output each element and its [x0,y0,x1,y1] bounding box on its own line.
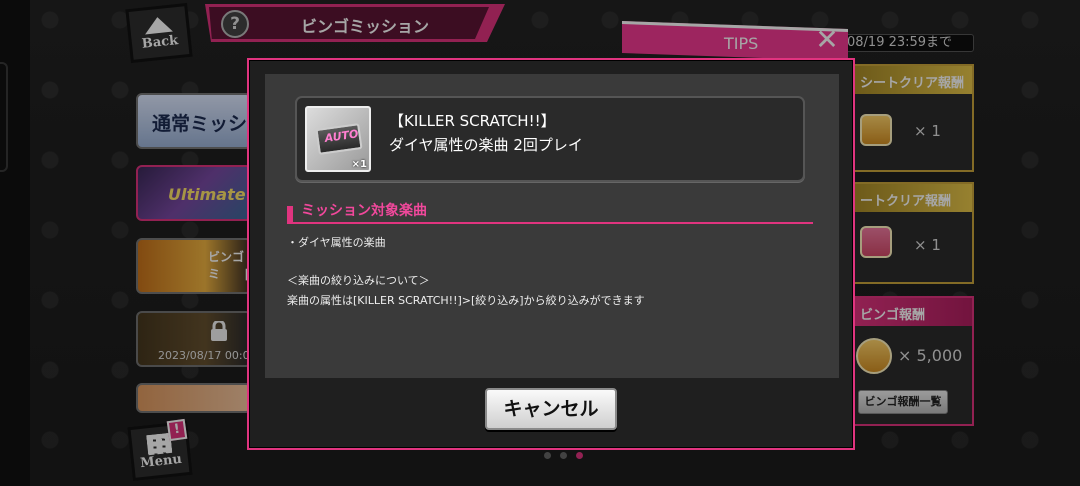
section-bar [287,206,293,222]
filter-description: 楽曲の属性は[KILLER SCRATCH!!]>[絞り込み]から絞り込みができ… [287,294,645,307]
filter-heading: ＜楽曲の絞り込みについて＞ [287,274,430,287]
item-quantity: ×1 [351,159,367,170]
reward-count: × 5,000 [898,346,963,365]
close-icon[interactable]: ✕ [812,26,842,55]
page-dot [544,452,551,459]
mission-description: ダイヤ属性の楽曲 2回プレイ [389,136,583,154]
locked-mission-button[interactable]: 2023/08/17 00:0 [136,311,252,367]
cancel-button[interactable]: キャンセル [485,388,617,430]
page-dot [560,452,567,459]
section-header: ミッション対象楽曲 [287,198,813,224]
notification-badge: ! [166,418,188,442]
campaign-mission-button[interactable]: ビンゴミ 【前 [136,238,252,294]
bingo-reward-card: ビンゴ報酬 × 5,000 ビンゴ報酬一覧 [850,296,974,426]
target-songs-text: ・ダイヤ属性の楽曲 [287,236,386,249]
ultimate-mission-button[interactable]: Ultimate [136,165,252,221]
back-button[interactable]: Back [125,2,193,64]
reward-count: × 1 [914,236,941,254]
reward-count: × 1 [914,122,941,140]
normal-mission-button[interactable]: 通常ミッシ [136,93,252,149]
back-arrow-icon [143,15,173,34]
reward-card: シートクリア報酬 × 1 [850,64,974,172]
event-mission-button[interactable] [136,383,252,413]
reward-card: ートクリア報酬 × 1 [850,182,974,284]
mission-card: AUTO ×1 【KILLER SCRATCH!!】 ダイヤ属性の楽曲 2回プレ… [295,96,805,182]
lock-icon [211,321,227,341]
reward-header: ビンゴ報酬 [852,298,972,326]
bingo-reward-list-button[interactable]: ビンゴ報酬一覧 [858,390,948,414]
reward-header: ートクリア報酬 [852,184,972,212]
title-bar: ? ビンゴミッション [205,4,505,42]
mission-title: 【KILLER SCRATCH!!】 [389,112,556,130]
item-icon [860,226,892,258]
page-indicator [544,452,583,459]
ticket-icon [860,114,892,146]
ticket-label: AUTO [323,127,360,145]
section-title: ミッション対象楽曲 [301,203,427,219]
tips-label: TIPS [724,34,759,53]
page-dot-active [576,452,583,459]
reward-header: シートクリア報酬 [852,66,972,94]
deadline-text: 08/19 23:59まで [842,34,974,52]
normal-mission-label: 通常ミッシ [152,113,248,135]
auto-ticket-icon: AUTO ×1 [305,106,371,172]
modal-body: AUTO ×1 【KILLER SCRATCH!!】 ダイヤ属性の楽曲 2回プレ… [265,74,839,378]
help-icon[interactable]: ? [221,10,249,38]
left-edge-strip [0,0,30,486]
page-title: ビンゴミッション [301,17,430,36]
locked-date: 2023/08/17 00:0 [158,349,250,362]
ticket-graphic: AUTO [315,123,363,155]
back-label: Back [141,32,179,52]
coin-icon [856,338,892,374]
menu-label: Menu [139,451,183,471]
tips-modal: AUTO ×1 【KILLER SCRATCH!!】 ダイヤ属性の楽曲 2回プレ… [247,58,855,450]
ultimate-mission-label: Ultimate [168,185,246,204]
edge-handle [0,62,8,172]
